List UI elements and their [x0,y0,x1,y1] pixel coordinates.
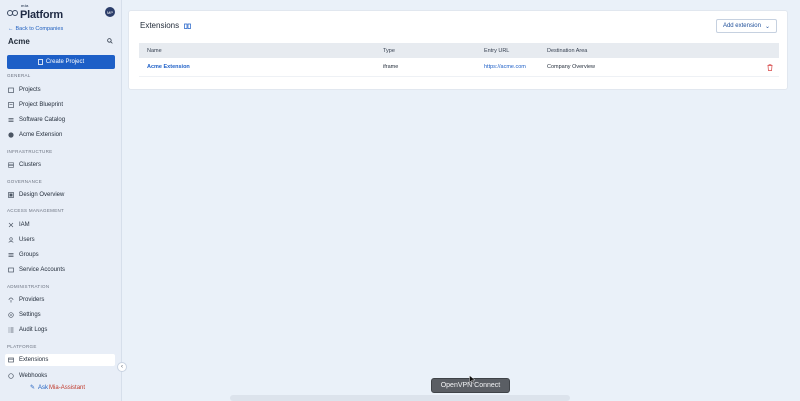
avatar[interactable]: MP [105,7,115,17]
company-name: Acme [8,37,30,46]
sidebar-item-groups[interactable]: Groups [5,249,115,261]
sidebar-item-settings[interactable]: Settings [5,309,115,321]
brand-prefix: mia [21,2,29,8]
sidebar-item-software-catalog[interactable]: Software Catalog [5,114,115,126]
extensions-card: Extensions Add extension ⌄ Name Type Ent… [128,10,788,90]
section-label-access-management: ACCESS MANAGEMENT [7,208,65,213]
sidebar-item-users[interactable]: Users [5,234,115,246]
table-row[interactable]: Acme Extension iframe https://acme.com C… [139,58,779,77]
book-icon[interactable] [184,23,191,29]
group-icon [8,252,14,258]
ask-mia-assistant-button[interactable]: ✎ Ask Mia-Assistant [30,384,85,392]
webhook-icon [8,373,14,379]
extension-type: iframe [383,64,399,70]
provider-icon [8,297,14,303]
add-extension-button[interactable]: Add extension ⌄ [715,19,777,33]
logo-icon [7,7,19,19]
column-header-destination-area[interactable]: Destination Area [547,48,587,54]
document-icon [37,59,43,65]
sidebar-item-clusters[interactable]: Clusters [5,159,115,171]
arrow-left-icon: ← [8,26,14,32]
collapse-sidebar-button[interactable]: ‹ [117,362,127,372]
create-project-button[interactable]: Create Project [7,55,115,69]
folder-icon [8,87,14,93]
sidebar-item-extensions[interactable]: Extensions [5,354,115,366]
brand-name: Platform [20,8,64,21]
section-label-administration: ADMINISTRATION [7,284,50,289]
list-icon [8,327,14,333]
page-title: Extensions [140,21,180,30]
column-header-name[interactable]: Name [147,48,162,54]
key-icon [8,222,14,228]
trash-icon[interactable] [767,64,773,71]
globe-icon [8,132,14,138]
table-header: Name Type Entry URL Destination Area [139,43,779,58]
extensions-table: Name Type Entry URL Destination Area Acm… [139,43,779,77]
sidebar: mia Platform MP ← Back to Companies Acme… [0,0,122,401]
sidebar-item-providers[interactable]: Providers [5,294,115,306]
design-icon [8,192,14,198]
mouse-cursor-icon [469,375,475,384]
section-label-platforge: PLATFORGE [7,344,37,349]
taskbar-hint [230,395,570,401]
cluster-icon [8,162,14,168]
section-label-infrastructure: INFRASTRUCTURE [7,149,53,154]
chevron-down-icon: ⌄ [764,23,770,30]
sidebar-item-iam[interactable]: IAM [5,219,115,231]
sidebar-item-design-overview[interactable]: Design Overview [5,189,115,201]
service-account-icon [8,267,14,273]
sidebar-item-acme-extension[interactable]: Acme Extension [5,129,115,141]
sidebar-item-project-blueprint[interactable]: Project Blueprint [5,99,115,111]
user-icon [8,237,14,243]
sidebar-item-webhooks[interactable]: Webhooks [5,370,115,382]
sidebar-item-audit-logs[interactable]: Audit Logs [5,324,115,336]
sparkle-icon: ✎ [30,385,36,391]
brand-logo[interactable]: mia Platform [7,2,64,21]
column-header-type[interactable]: Type [383,48,395,54]
column-header-entry-url[interactable]: Entry URL [484,48,509,54]
extension-name-link[interactable]: Acme Extension [147,64,190,70]
catalog-icon [8,117,14,123]
extension-url-link[interactable]: https://acme.com [484,64,526,70]
section-label-general: GENERAL [7,73,31,78]
extension-icon [8,357,14,363]
section-label-governance: GOVERNANCE [7,179,43,184]
extension-destination-area: Company Overview [547,64,595,70]
back-to-companies-link[interactable]: ← Back to Companies [8,26,63,32]
blueprint-icon [8,102,14,108]
search-icon[interactable] [107,38,113,44]
sidebar-item-service-accounts[interactable]: Service Accounts [5,264,115,276]
sidebar-item-projects[interactable]: Projects [5,84,115,96]
gear-icon [8,312,14,318]
chevron-left-icon: ‹ [121,364,123,370]
